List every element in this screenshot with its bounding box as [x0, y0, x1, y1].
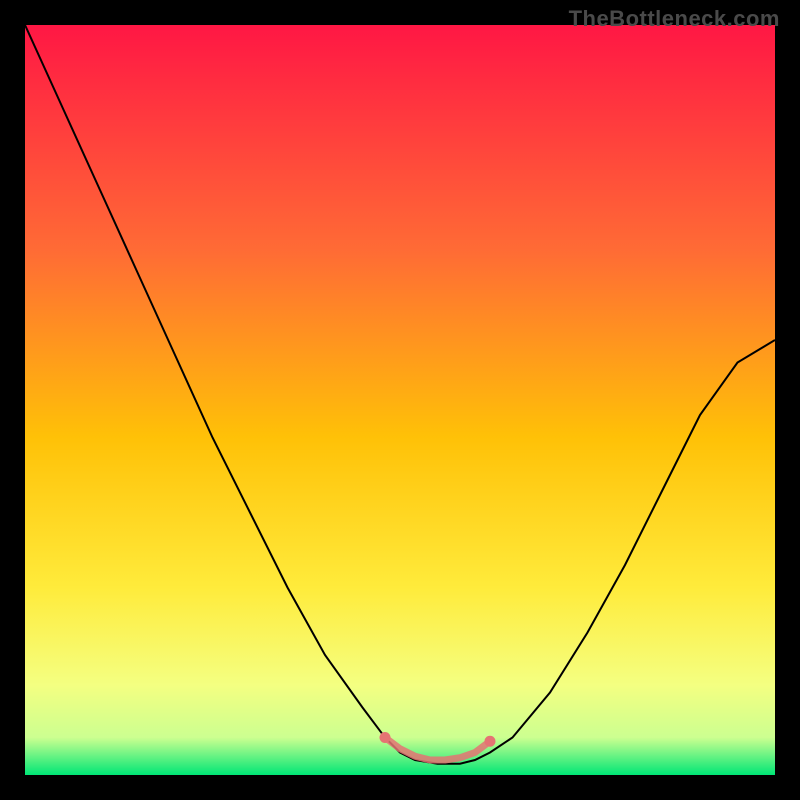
- optimal-range-endpoint: [485, 736, 496, 747]
- gradient-background: [25, 25, 775, 775]
- chart-plot-area: [25, 25, 775, 775]
- chart-svg: [25, 25, 775, 775]
- optimal-range-endpoint: [380, 732, 391, 743]
- watermark-text: TheBottleneck.com: [569, 6, 780, 32]
